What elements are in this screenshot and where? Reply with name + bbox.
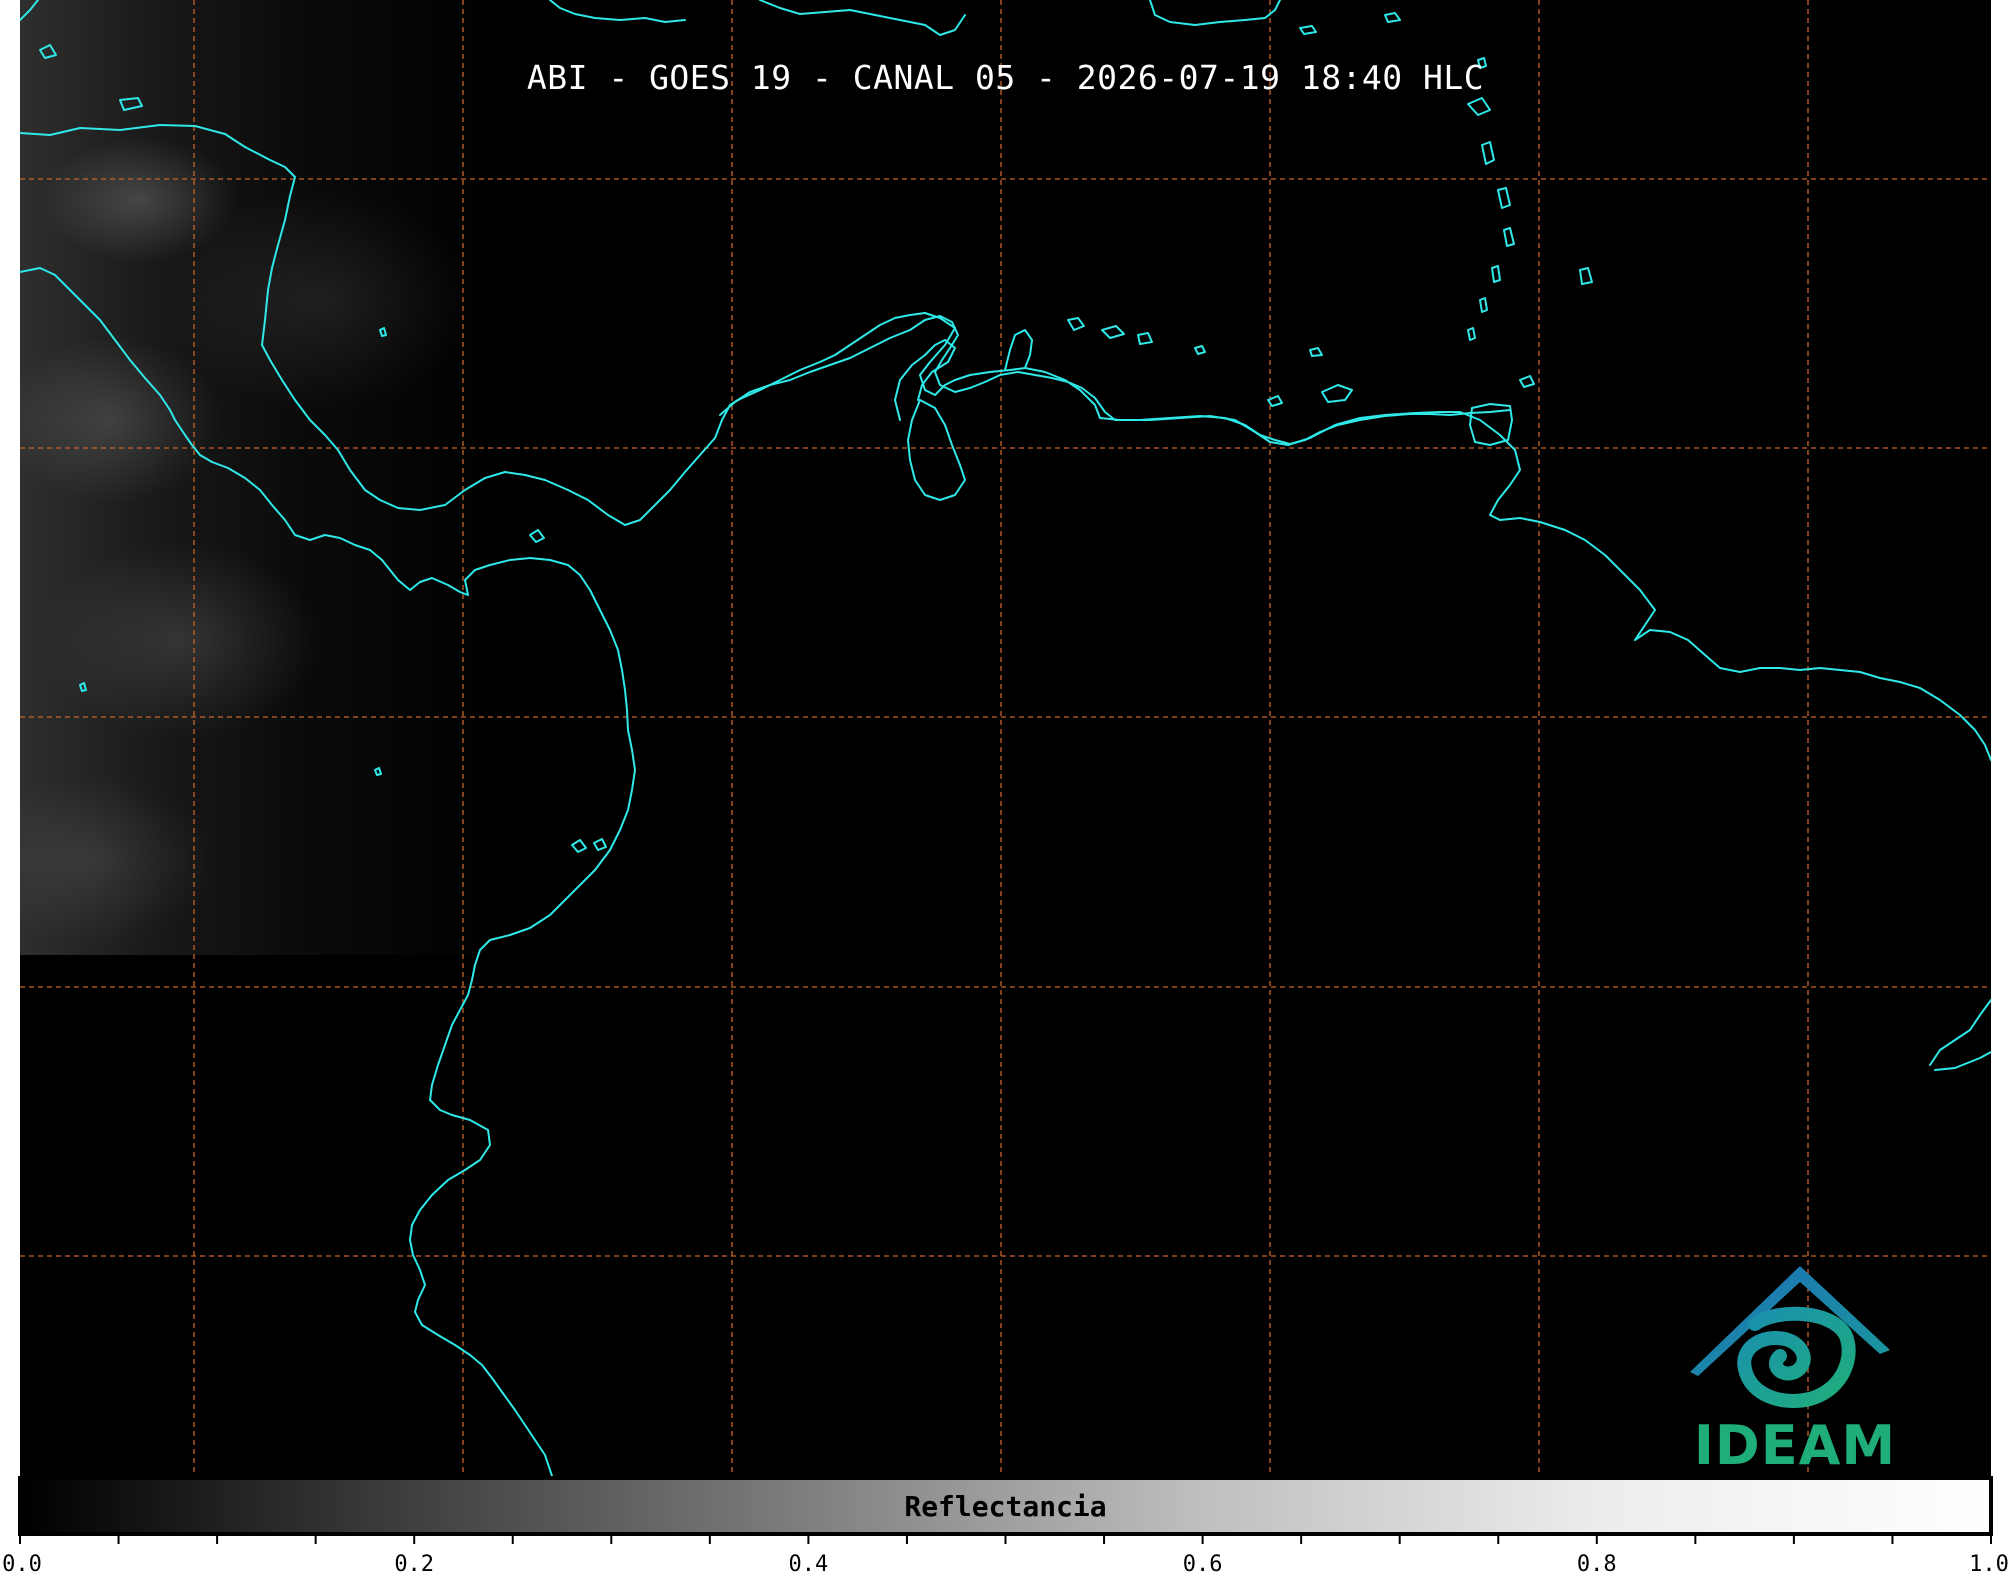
satellite-map: ABI - GOES 19 - CANAL 05 - 2026-07-19 18… <box>20 0 1991 1476</box>
colorbar-label: Reflectancia <box>904 1490 1107 1523</box>
island-curacao <box>1101 325 1125 339</box>
island <box>1194 345 1206 355</box>
coastline-hispaniola <box>759 0 966 36</box>
figure-frame: ABI - GOES 19 - CANAL 05 - 2026-07-19 18… <box>0 0 2011 1577</box>
ideam-logo-text: IDEAM <box>1693 1414 1897 1476</box>
colorbar-tick-label: 0.4 <box>788 1552 829 1577</box>
island <box>1299 25 1317 35</box>
island <box>571 839 587 853</box>
island <box>374 767 382 776</box>
colorbar-ticks <box>19 1536 1992 1544</box>
ideam-logo: IDEAM <box>1680 1254 1910 1476</box>
island <box>79 682 87 692</box>
island <box>1491 265 1501 283</box>
island <box>1481 141 1495 165</box>
island <box>1503 227 1515 247</box>
island <box>379 327 387 337</box>
coastline-paraguana <box>1004 329 1033 371</box>
island <box>593 838 607 851</box>
island-tobago <box>1519 375 1535 388</box>
island <box>1479 297 1488 313</box>
island <box>1309 347 1323 357</box>
island <box>39 44 57 59</box>
island <box>1467 97 1491 116</box>
colorbar-tick-label: 1.0 <box>1969 1552 2009 1577</box>
colorbar-tick-label: 0.2 <box>394 1552 435 1577</box>
lake-maracaibo <box>907 399 966 501</box>
island <box>1579 267 1593 285</box>
map-title: ABI - GOES 19 - CANAL 05 - 2026-07-19 18… <box>526 58 1485 97</box>
colorbar-tick-label: 0.0 <box>2 1552 42 1577</box>
coastline-puerto-rico <box>1149 0 1281 26</box>
island <box>119 97 143 111</box>
coastline-central-america-pacific <box>20 267 636 1476</box>
coastline-northern-south-america <box>719 315 1511 445</box>
colorbar-tick-label: 0.6 <box>1182 1552 1223 1577</box>
coastline-central-america-caribbean <box>20 124 1461 526</box>
coastline-guajira <box>894 339 956 421</box>
coastline-gulf-of-honduras <box>20 0 39 21</box>
island-aruba <box>1067 317 1085 331</box>
coastline-guyana <box>1929 999 1991 1066</box>
island-margarita <box>1321 384 1353 403</box>
coastline-hispaniola-jamaica <box>549 0 686 23</box>
island <box>1497 187 1511 209</box>
island <box>1467 327 1476 341</box>
island <box>529 529 545 543</box>
island-bonaire <box>1137 332 1153 345</box>
island <box>1384 12 1401 23</box>
colorbar: Reflectancia <box>18 1476 1993 1536</box>
colorbar-tick-label: 0.8 <box>1576 1552 1617 1577</box>
coastline-guyana-inner <box>1934 1051 1991 1071</box>
graticule-meridians <box>193 0 1809 1476</box>
graticule-parallels <box>20 178 1991 1257</box>
ideam-emblem-icon <box>1690 1266 1890 1408</box>
